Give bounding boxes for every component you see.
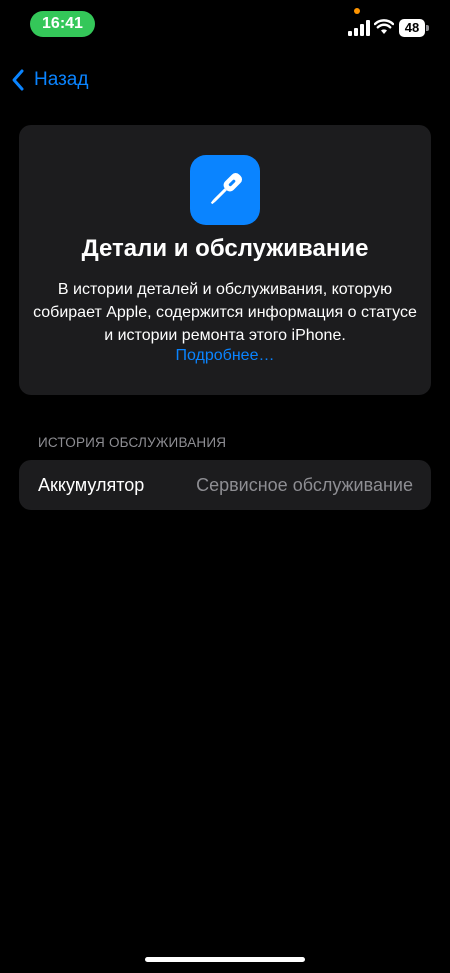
screwdriver-icon bbox=[210, 172, 243, 205]
battery-icon: 48 bbox=[399, 19, 429, 37]
chevron-left-icon bbox=[12, 69, 24, 91]
section-header-service-history: ИСТОРИЯ ОБСЛУЖИВАНИЯ bbox=[38, 435, 227, 450]
parts-service-app-icon bbox=[190, 155, 260, 225]
back-label: Назад bbox=[34, 69, 89, 90]
signal-icon bbox=[348, 20, 370, 36]
info-description: В истории деталей и обслуживания, котору… bbox=[33, 281, 417, 344]
back-button[interactable]: Назад bbox=[10, 64, 88, 96]
status-bar: 16:41 48 bbox=[0, 0, 450, 50]
service-row-battery[interactable]: Аккумулятор Сервисное обслуживание bbox=[19, 460, 431, 510]
row-label: Аккумулятор bbox=[38, 475, 145, 495]
page-title: Детали и обслуживание bbox=[81, 235, 369, 262]
service-history-list: Аккумулятор Сервисное обслуживание bbox=[19, 460, 431, 510]
battery-cap bbox=[426, 25, 429, 31]
status-time[interactable]: 16:41 bbox=[30, 11, 95, 37]
home-indicator[interactable] bbox=[145, 957, 305, 962]
battery-level: 48 bbox=[399, 19, 425, 37]
row-value: Сервисное обслуживание bbox=[196, 475, 413, 495]
privacy-indicator-dot bbox=[354, 8, 360, 14]
learn-more-link[interactable]: Подробнее… bbox=[19, 347, 431, 365]
wifi-icon bbox=[374, 19, 394, 34]
parts-service-info-card: Детали и обслуживание В истории деталей … bbox=[19, 125, 431, 395]
